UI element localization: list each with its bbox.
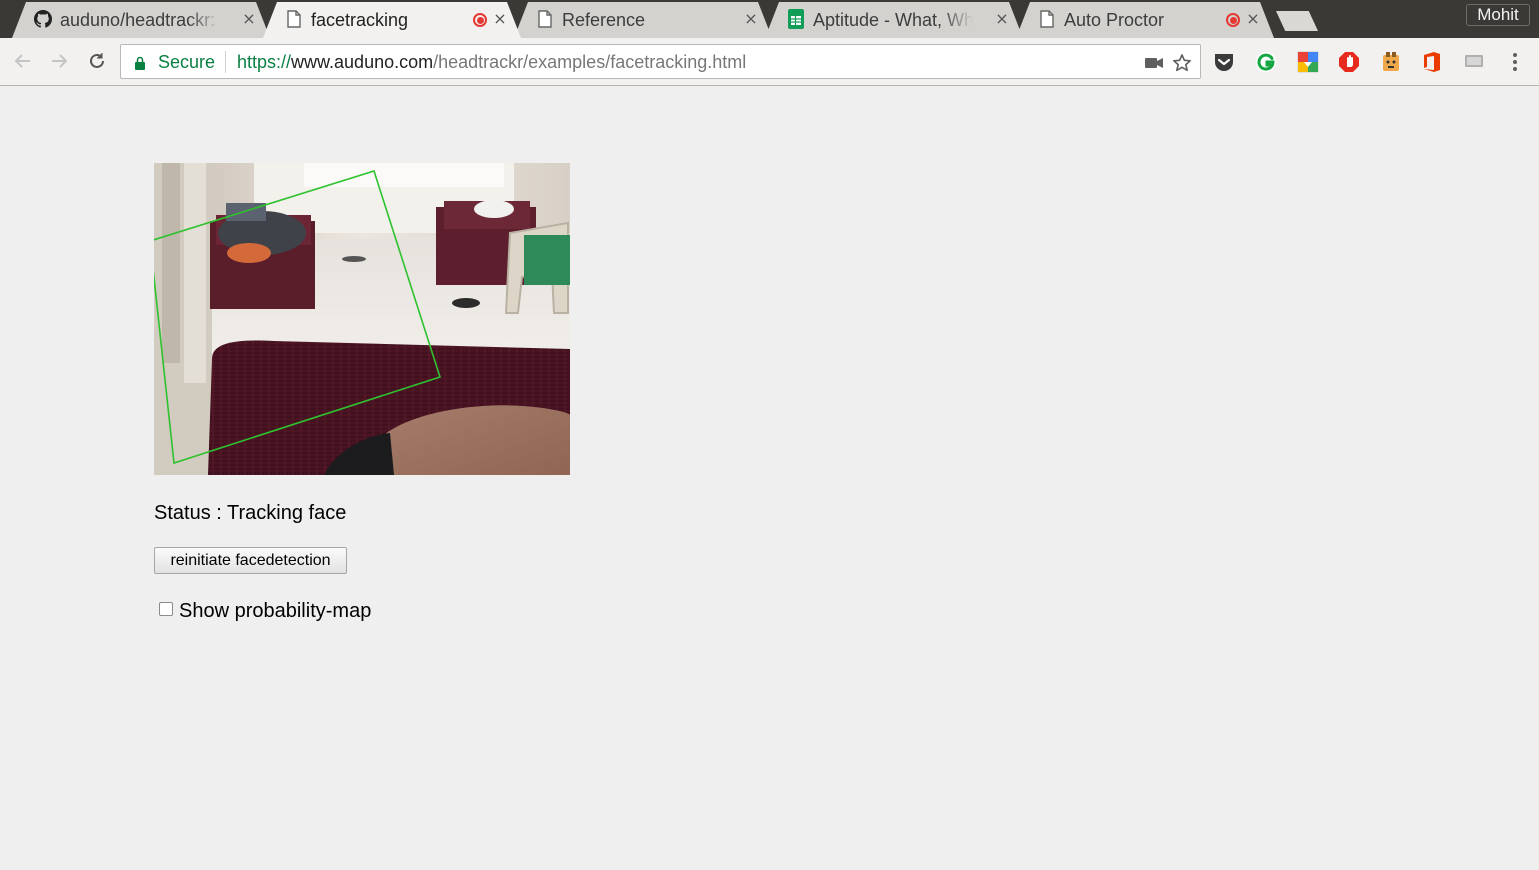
camera-icon[interactable] (1143, 52, 1165, 74)
tab-title: auduno/headtrackr: J (60, 10, 220, 30)
cast-icon[interactable] (1463, 51, 1485, 73)
tab-title: Reference (562, 10, 646, 30)
github-icon (34, 10, 52, 28)
recording-icon (1226, 13, 1240, 27)
arrow-left-icon (14, 54, 30, 68)
recording-icon (473, 13, 487, 27)
close-icon[interactable]: × (1244, 8, 1262, 30)
probability-map-label[interactable]: Show probability-map (179, 599, 371, 623)
bookmark-star-icon[interactable] (1171, 52, 1193, 74)
tab-facetracking[interactable]: facetracking × (263, 2, 521, 38)
reload-button[interactable] (84, 48, 110, 74)
page-icon (536, 10, 554, 28)
tab-auto-proctor[interactable]: Auto Proctor × (1016, 2, 1274, 38)
tab-strip: auduno/headtrackr: J × Reference × Aptit… (0, 0, 1539, 38)
tab-reference[interactable]: Reference × (514, 2, 772, 38)
close-icon[interactable]: × (993, 8, 1011, 30)
tab-title: Auto Proctor (1064, 10, 1165, 30)
close-icon[interactable]: × (240, 8, 258, 30)
menu-icon[interactable] (1504, 51, 1526, 73)
tab-title: Aptitude - What, Why (813, 10, 973, 30)
page-icon (1038, 10, 1056, 28)
reload-icon (90, 53, 104, 68)
tab-aptitude[interactable]: Aptitude - What, Why × (765, 2, 1023, 38)
sheets-icon (787, 9, 805, 29)
page-content: Status : Tracking face reinitiate facede… (0, 87, 1539, 870)
close-icon[interactable]: × (491, 8, 509, 30)
arrow-right-icon (52, 54, 68, 68)
office-icon[interactable] (1421, 51, 1443, 73)
page-icon (285, 10, 303, 28)
webcam-video (154, 163, 570, 475)
probability-map-checkbox[interactable] (159, 602, 173, 616)
back-button[interactable] (10, 48, 36, 74)
pocket-icon[interactable] (1213, 51, 1235, 73)
forward-button[interactable] (46, 48, 72, 74)
url-scheme: https:// (237, 52, 292, 72)
adblock-icon[interactable] (1338, 51, 1360, 73)
status-text: Status : Tracking face (154, 502, 347, 524)
url-host: www.auduno.com (291, 52, 434, 72)
extension-icon[interactable] (1380, 51, 1402, 73)
tab-title: facetracking (311, 10, 409, 30)
lock-icon (133, 55, 147, 70)
tab-github[interactable]: auduno/headtrackr: J × (12, 2, 270, 38)
close-icon[interactable]: × (742, 8, 760, 30)
google-drive-icon[interactable] (1297, 51, 1319, 73)
address-bar[interactable]: Secure https://www.auduno.com/headtrackr… (120, 44, 1201, 79)
security-label[interactable]: Secure (158, 51, 215, 73)
toolbar: Secure https://www.auduno.com/headtrackr… (0, 38, 1539, 86)
new-tab-button[interactable] (1276, 11, 1318, 31)
reinitiate-facedetection-button[interactable]: reinitiate facedetection (154, 547, 347, 574)
grammarly-icon[interactable] (1255, 51, 1277, 73)
url-text[interactable]: https://www.auduno.com/headtrackr/exampl… (237, 51, 746, 73)
profile-button[interactable]: Mohit (1466, 4, 1530, 26)
url-path: /headtrackr/examples/facetracking.html (433, 52, 747, 72)
